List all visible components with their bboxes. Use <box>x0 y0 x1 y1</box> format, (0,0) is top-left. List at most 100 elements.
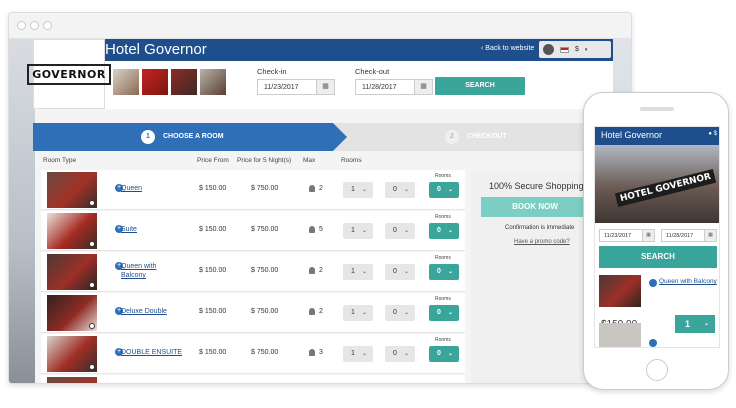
adults-select[interactable]: 1 ⌄ <box>343 223 373 239</box>
window-maximize-dot[interactable] <box>43 21 52 30</box>
promo-code-link[interactable]: Have a promo code? <box>514 239 570 245</box>
hotel-thumbnail-2[interactable] <box>142 69 168 95</box>
room-name-link[interactable]: Suite <box>121 225 137 234</box>
max-guests: 3 <box>319 349 323 356</box>
mobile-room-photo[interactable] <box>599 275 641 307</box>
mobile-room-name-link[interactable]: Queen with Balcony <box>659 278 717 286</box>
us-flag-icon <box>560 46 569 53</box>
calendar-icon[interactable]: ▦ <box>642 230 654 241</box>
children-select[interactable]: 0 ⌄ <box>385 305 415 321</box>
room-photo[interactable] <box>47 377 97 383</box>
rooms-value: 0 <box>437 186 441 193</box>
hotel-thumbnail-4[interactable] <box>200 69 226 95</box>
zoom-icon[interactable] <box>89 241 95 247</box>
person-icon <box>309 185 315 192</box>
room-photo[interactable] <box>47 213 97 249</box>
rooms-select[interactable]: 0 ⌄ <box>429 223 459 239</box>
rooms-select[interactable]: 0 ⌄ <box>429 305 459 321</box>
step-number: 2 <box>445 130 459 144</box>
person-icon <box>309 226 315 233</box>
adults-select[interactable]: 1 ⌄ <box>343 346 373 362</box>
background-photo-left <box>9 39 35 383</box>
back-to-website-link[interactable]: ‹ Back to website <box>481 45 534 52</box>
room-name-link[interactable]: Deluxe Double <box>121 307 167 316</box>
mobile-next-room-photo[interactable] <box>599 323 641 347</box>
children-value: 0 <box>393 350 397 357</box>
checkin-input[interactable]: 11/23/2017 ▦ <box>257 79 335 95</box>
browser-chrome <box>9 13 631 39</box>
children-select[interactable]: 0 ⌄ <box>385 182 415 198</box>
chevron-down-icon: ⌄ <box>403 351 409 357</box>
book-now-button[interactable]: BOOK NOW <box>481 197 589 217</box>
room-name-link[interactable]: Queen with Balcony <box>121 262 165 280</box>
plus-circle-icon[interactable] <box>649 279 657 287</box>
currency-label: $ <box>575 46 579 53</box>
window-minimize-dot[interactable] <box>30 21 39 30</box>
chevron-down-icon: ⌄ <box>447 351 453 357</box>
max-guests: 2 <box>319 267 323 274</box>
hotel-thumbnail-3[interactable] <box>171 69 197 95</box>
adults-select[interactable]: 1 ⌄ <box>343 305 373 321</box>
secure-shopping-text: 100% Secure Shopping <box>489 181 584 191</box>
rooms-select[interactable]: 0 ⌄ <box>429 346 459 362</box>
hotel-title: Hotel Governor <box>105 41 207 58</box>
chevron-down-icon: ⌄ <box>403 269 409 275</box>
zoom-icon[interactable] <box>89 200 95 206</box>
search-button[interactable]: SEARCH <box>435 77 525 95</box>
children-value: 0 <box>393 268 397 275</box>
room-photo[interactable] <box>47 172 97 208</box>
mobile-checkout-value: 11/28/2017 <box>666 233 694 239</box>
checkin-label: Check-in <box>257 67 287 76</box>
children-value: 0 <box>393 186 397 193</box>
zoom-icon[interactable] <box>89 282 95 288</box>
children-select[interactable]: 0 ⌄ <box>385 264 415 280</box>
calendar-icon[interactable]: ▦ <box>414 80 432 94</box>
room-photo[interactable] <box>47 295 97 331</box>
chevron-down-icon: ⌄ <box>403 228 409 234</box>
mobile-search-button[interactable]: SEARCH <box>599 246 717 268</box>
mobile-rooms-select[interactable]: 1 ⌄ <box>675 315 715 333</box>
mobile-checkin-value: 11/23/2017 <box>604 233 632 239</box>
room-photo[interactable] <box>47 336 97 372</box>
adults-value: 1 <box>351 186 355 193</box>
adults-select[interactable]: 1 ⌄ <box>343 182 373 198</box>
mobile-device: Hotel Governor ● $ HOTEL GOVERNOR 11/23/… <box>583 92 729 390</box>
mobile-checkin-input[interactable]: 11/23/2017 ▦ <box>599 229 655 242</box>
step-label: CHOOSE A ROOM <box>163 133 224 140</box>
phone-speaker <box>640 107 674 111</box>
header-price-for: Price for 5 Night(s) <box>237 157 292 164</box>
hotel-logo: GOVERNOR <box>27 39 111 109</box>
plus-circle-icon[interactable] <box>649 339 657 347</box>
adults-value: 1 <box>351 350 355 357</box>
zoom-icon[interactable] <box>89 364 95 370</box>
rooms-select[interactable]: 0 ⌄ <box>429 264 459 280</box>
step-choose-room[interactable]: 1 CHOOSE A ROOM <box>33 123 347 151</box>
children-value: 0 <box>393 309 397 316</box>
price-from: $ 150.00 <box>199 226 227 233</box>
window-close-dot[interactable] <box>17 21 26 30</box>
chevron-down-icon: ⌄ <box>403 310 409 316</box>
header-rooms: Rooms <box>341 157 362 164</box>
rooms-select[interactable]: 0 ⌄ <box>429 182 459 198</box>
zoom-icon[interactable] <box>89 323 95 329</box>
checkout-input[interactable]: 11/28/2017 ▦ <box>355 79 433 95</box>
person-icon <box>309 308 315 315</box>
phone-home-button[interactable] <box>646 359 668 381</box>
calendar-icon[interactable]: ▦ <box>704 230 716 241</box>
children-select[interactable]: 0 ⌄ <box>385 223 415 239</box>
mobile-checkout-input[interactable]: 11/28/2017 ▦ <box>661 229 717 242</box>
header-price-from: Price From <box>197 157 229 164</box>
room-photo[interactable] <box>47 254 97 290</box>
room-name-link[interactable]: Queen <box>121 184 142 193</box>
chevron-down-icon: ⌄ <box>361 187 367 193</box>
room-name-link[interactable]: DOUBLE ENSUITE <box>121 348 182 357</box>
adults-select[interactable]: 1 ⌄ <box>343 264 373 280</box>
children-select[interactable]: 0 ⌄ <box>385 346 415 362</box>
hotel-sign: HOTEL GOVERNOR <box>614 168 717 208</box>
calendar-icon[interactable]: ▦ <box>316 80 334 94</box>
mobile-locale-switcher[interactable]: ● $ <box>708 131 717 137</box>
booking-steps: 1 CHOOSE A ROOM 2 CHECKOUT <box>33 123 613 151</box>
hotel-thumbnail-1[interactable] <box>113 69 139 95</box>
globe-icon: ● <box>708 131 712 137</box>
locale-switcher[interactable]: $ ▾ <box>539 41 611 58</box>
